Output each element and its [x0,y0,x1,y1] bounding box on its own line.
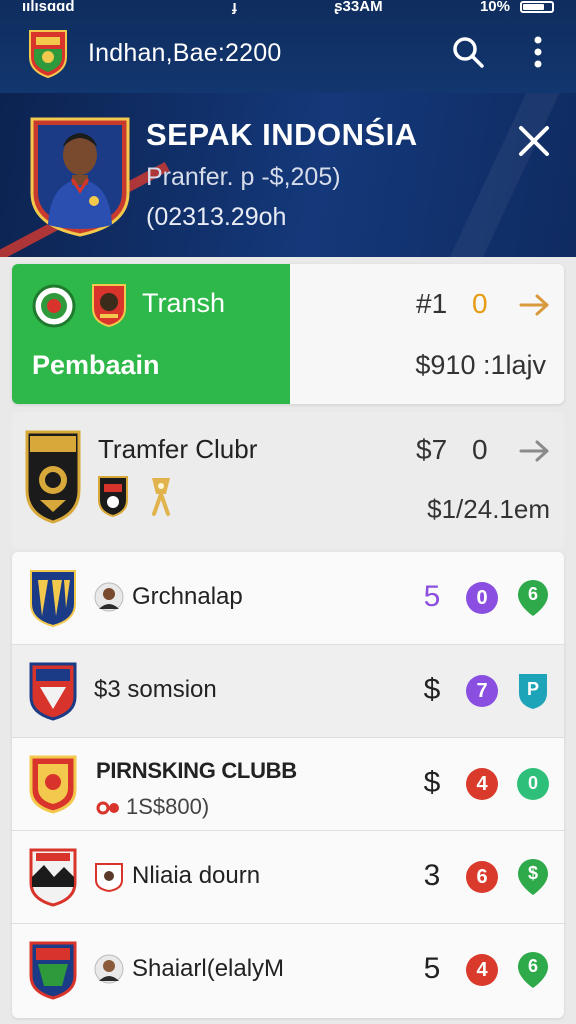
transfer-card-label: Pembaain [32,350,160,380]
list-item-label: PIRNSKING CLUBB [96,758,297,783]
club-crest-icon [29,941,77,1000]
hero-stripe-light [440,93,562,257]
list-item-badge: 0 [466,582,498,614]
transfer-date: (02313.29oh [146,203,287,231]
battery-icon [519,1,554,13]
list-item-sub-text: 1S$800) [126,794,210,819]
transfer-card[interactable]: Transh Pembaain #1 0 $910 :1lajv [12,264,564,404]
list-item-pin[interactable]: P [516,671,550,711]
arrow-right-icon[interactable] [518,438,552,464]
club-card-title: Tramfer Clubr [98,434,258,464]
list-item-pin[interactable]: 0 [516,764,550,804]
link-icon [96,801,119,815]
list-item[interactable]: Nliaia dourn 3 6 $ [12,831,564,924]
pin-value: $ [527,863,538,883]
list-item-badge: 7 [466,675,498,707]
list-item-score: $ [423,673,441,706]
club-crest-icon [30,570,76,628]
app-bar: Indhan,Bae:2200 [0,22,576,84]
list-item-score: 5 [423,952,441,985]
club-badge-icon [32,284,76,328]
club-card[interactable]: Tramfer Clubr $7 0 $1/24.1em [12,412,564,548]
signal-indicator: ıılısɑɑd [22,0,75,14]
app-logo-icon [29,30,67,79]
club-value-a: $7 [416,434,448,465]
list-item-label: Nliaia dourn [132,862,261,889]
list-item-pin[interactable]: $ [516,857,550,897]
list-item-label: Shaiarl(elalyM [132,955,285,982]
trophy-icon [152,478,170,516]
status-right: 10% [480,0,554,14]
more-vert-icon [534,36,542,68]
list-item-label: Grchnalap [132,583,243,610]
list-item-badge: 4 [466,954,498,986]
transfer-value-b: 0 [472,288,488,319]
club-crest-icon [29,848,77,907]
club-crest-icon [29,755,77,814]
transfer-card-title: Transh [142,288,226,318]
list-item-pin[interactable]: 6 [516,578,550,618]
club-crest-icon [92,284,126,328]
battery-percent: 10% [479,0,510,14]
club-crest-icon [25,430,81,524]
player-avatar [30,117,130,237]
list-item-score: $ [423,766,441,799]
close-icon[interactable] [516,123,552,159]
small-crest-icon [98,476,128,518]
player-hero: SEPAK INDONŚIA Pranfer. p -$,205) (02313… [0,93,576,257]
transfer-subtitle: Pranfer. p -$,205) [146,163,341,191]
app-title: Indhan,Bae:2200 [88,38,282,67]
club-value-b: 0 [472,434,488,465]
app-actions [448,32,558,72]
transfer-price: $910 :1lajv [415,350,546,380]
pin-value: 6 [527,956,538,976]
list-item-score: 5 [423,580,441,613]
pin-value: 0 [527,773,538,793]
club-crest-icon [29,662,77,721]
list-item-score: 3 [423,859,441,892]
list-item-badge: 6 [466,861,498,893]
player-name: SEPAK INDONŚIA [146,117,418,152]
pin-value: 6 [527,584,538,604]
list-item[interactable]: Shaiarl(elalyM 5 4 6 [12,924,564,1017]
club-list: Grchnalap 5 0 6 $3 somsion $ 7 P PIRNSKI… [12,552,564,1018]
arrow-right-icon[interactable] [518,292,552,318]
list-item[interactable]: PIRNSKING CLUBB 1S$800) $ 4 0 [12,738,564,831]
avatar [94,582,124,612]
top-bar: ıılısɑɑd ɟ ʂ33AM 10% Indhan,Bae:2200 [0,0,576,93]
list-item-badge: 4 [466,768,498,800]
status-bar: ıılısɑɑd ɟ ʂ33AM 10% [0,0,576,14]
status-time: ʂ33AM [334,0,383,14]
list-item-sub: 1S$800) [96,794,209,820]
list-item-label: $3 somsion [94,676,217,703]
list-item-pin[interactable]: 6 [516,950,550,990]
avatar [94,954,124,984]
list-item[interactable]: Grchnalap 5 0 6 [12,552,564,645]
list-item[interactable]: $3 somsion $ 7 P [12,645,564,738]
search-button[interactable] [448,32,488,72]
more-menu-button[interactable] [518,32,558,72]
pin-value: P [526,679,539,699]
network-indicator: ɟ [231,0,237,14]
transfer-value-a: #1 [416,288,448,319]
club-price: $1/24.1em [427,494,550,524]
player-mini-crest-icon [95,863,123,893]
search-icon [453,37,484,68]
